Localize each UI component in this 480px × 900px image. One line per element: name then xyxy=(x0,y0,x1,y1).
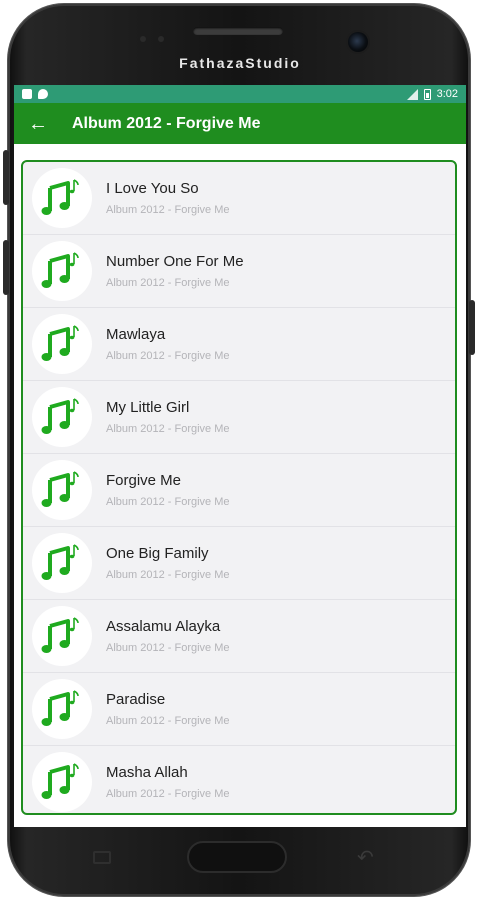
music-note-icon xyxy=(41,252,79,288)
song-avatar xyxy=(32,606,92,666)
music-note-icon xyxy=(41,398,79,434)
notification-icon xyxy=(38,89,48,99)
song-avatar xyxy=(32,241,92,301)
song-text: Forgive Me Album 2012 - Forgive Me xyxy=(106,472,230,508)
song-text: Number One For Me Album 2012 - Forgive Me xyxy=(106,253,244,289)
song-text: My Little Girl Album 2012 - Forgive Me xyxy=(106,399,230,435)
song-title: My Little Girl xyxy=(106,399,190,416)
song-avatar xyxy=(32,533,92,593)
earpiece-speaker xyxy=(193,27,283,35)
sd-card-icon xyxy=(22,89,32,99)
song-text: I Love You So Album 2012 - Forgive Me xyxy=(106,180,230,216)
volume-button-lower xyxy=(3,240,9,295)
song-subtitle: Album 2012 - Forgive Me xyxy=(106,715,230,727)
song-text: Mawlaya Album 2012 - Forgive Me xyxy=(106,326,230,362)
song-subtitle: Album 2012 - Forgive Me xyxy=(106,350,230,362)
volume-button xyxy=(3,150,9,205)
song-text: Assalamu Alayka Album 2012 - Forgive Me xyxy=(106,618,230,654)
song-list-item[interactable]: Forgive Me Album 2012 - Forgive Me xyxy=(23,454,455,527)
song-avatar xyxy=(32,679,92,739)
app-bar: ← Album 2012 - Forgive Me xyxy=(14,103,466,144)
song-title: Assalamu Alayka xyxy=(106,618,221,635)
music-note-icon xyxy=(41,471,79,507)
song-title: Forgive Me xyxy=(106,472,182,489)
device-brand: FathazaStudio xyxy=(179,55,301,71)
power-button xyxy=(469,300,475,355)
song-list-item[interactable]: Masha Allah Album 2012 - Forgive Me xyxy=(23,746,455,813)
song-avatar xyxy=(32,752,92,812)
phone-screen: 3:02 ← Album 2012 - Forgive Me I Love Yo… xyxy=(14,85,466,827)
song-title: I Love You So xyxy=(106,180,199,197)
song-list-item[interactable]: Mawlaya Album 2012 - Forgive Me xyxy=(23,308,455,381)
song-text: Paradise Album 2012 - Forgive Me xyxy=(106,691,230,727)
home-button[interactable] xyxy=(187,841,287,873)
song-subtitle: Album 2012 - Forgive Me xyxy=(106,788,230,800)
battery-icon xyxy=(423,88,431,100)
song-list-item[interactable]: Assalamu Alayka Album 2012 - Forgive Me xyxy=(23,600,455,673)
song-title: One Big Family xyxy=(106,545,209,562)
song-subtitle: Album 2012 - Forgive Me xyxy=(106,423,230,435)
song-subtitle: Album 2012 - Forgive Me xyxy=(106,204,230,216)
arrow-left-icon[interactable]: ← xyxy=(28,114,72,134)
song-list-item[interactable]: My Little Girl Album 2012 - Forgive Me xyxy=(23,381,455,454)
song-title: Number One For Me xyxy=(106,253,244,270)
song-subtitle: Album 2012 - Forgive Me xyxy=(106,642,230,654)
song-subtitle: Album 2012 - Forgive Me xyxy=(106,569,230,581)
music-note-icon xyxy=(41,544,79,580)
music-note-icon xyxy=(41,763,79,799)
song-avatar xyxy=(32,460,92,520)
music-note-icon xyxy=(41,325,79,361)
song-list-item[interactable]: Paradise Album 2012 - Forgive Me xyxy=(23,673,455,746)
app-bar-title: Album 2012 - Forgive Me xyxy=(72,114,261,132)
song-list-item[interactable]: I Love You So Album 2012 - Forgive Me xyxy=(23,162,455,235)
song-subtitle: Album 2012 - Forgive Me xyxy=(106,277,230,289)
proximity-sensor xyxy=(140,36,146,42)
song-text: Masha Allah Album 2012 - Forgive Me xyxy=(106,764,230,800)
song-subtitle: Album 2012 - Forgive Me xyxy=(106,496,230,508)
light-sensor xyxy=(158,36,164,42)
song-list-item[interactable]: Number One For Me Album 2012 - Forgive Me xyxy=(23,235,455,308)
song-avatar xyxy=(32,168,92,228)
song-list[interactable]: I Love You So Album 2012 - Forgive Me Numb… xyxy=(21,160,457,815)
song-title: Paradise xyxy=(106,691,166,708)
back-button[interactable]: ↶ xyxy=(357,848,374,868)
song-list-item[interactable]: One Big Family Album 2012 - Forgive Me xyxy=(23,527,455,600)
song-avatar xyxy=(32,314,92,374)
song-title: Mawlaya xyxy=(106,326,166,343)
status-bar: 3:02 xyxy=(14,85,466,103)
recent-apps-button[interactable] xyxy=(93,851,111,864)
song-avatar xyxy=(32,387,92,447)
music-note-icon xyxy=(41,617,79,653)
hardware-nav-bar: ↶ xyxy=(0,827,480,887)
song-title: Masha Allah xyxy=(106,764,188,781)
status-time: 3:02 xyxy=(436,88,458,100)
song-text: One Big Family Album 2012 - Forgive Me xyxy=(106,545,230,581)
music-note-icon xyxy=(41,179,79,215)
music-note-icon xyxy=(41,690,79,726)
signal-icon xyxy=(406,88,418,100)
front-camera xyxy=(348,32,368,52)
